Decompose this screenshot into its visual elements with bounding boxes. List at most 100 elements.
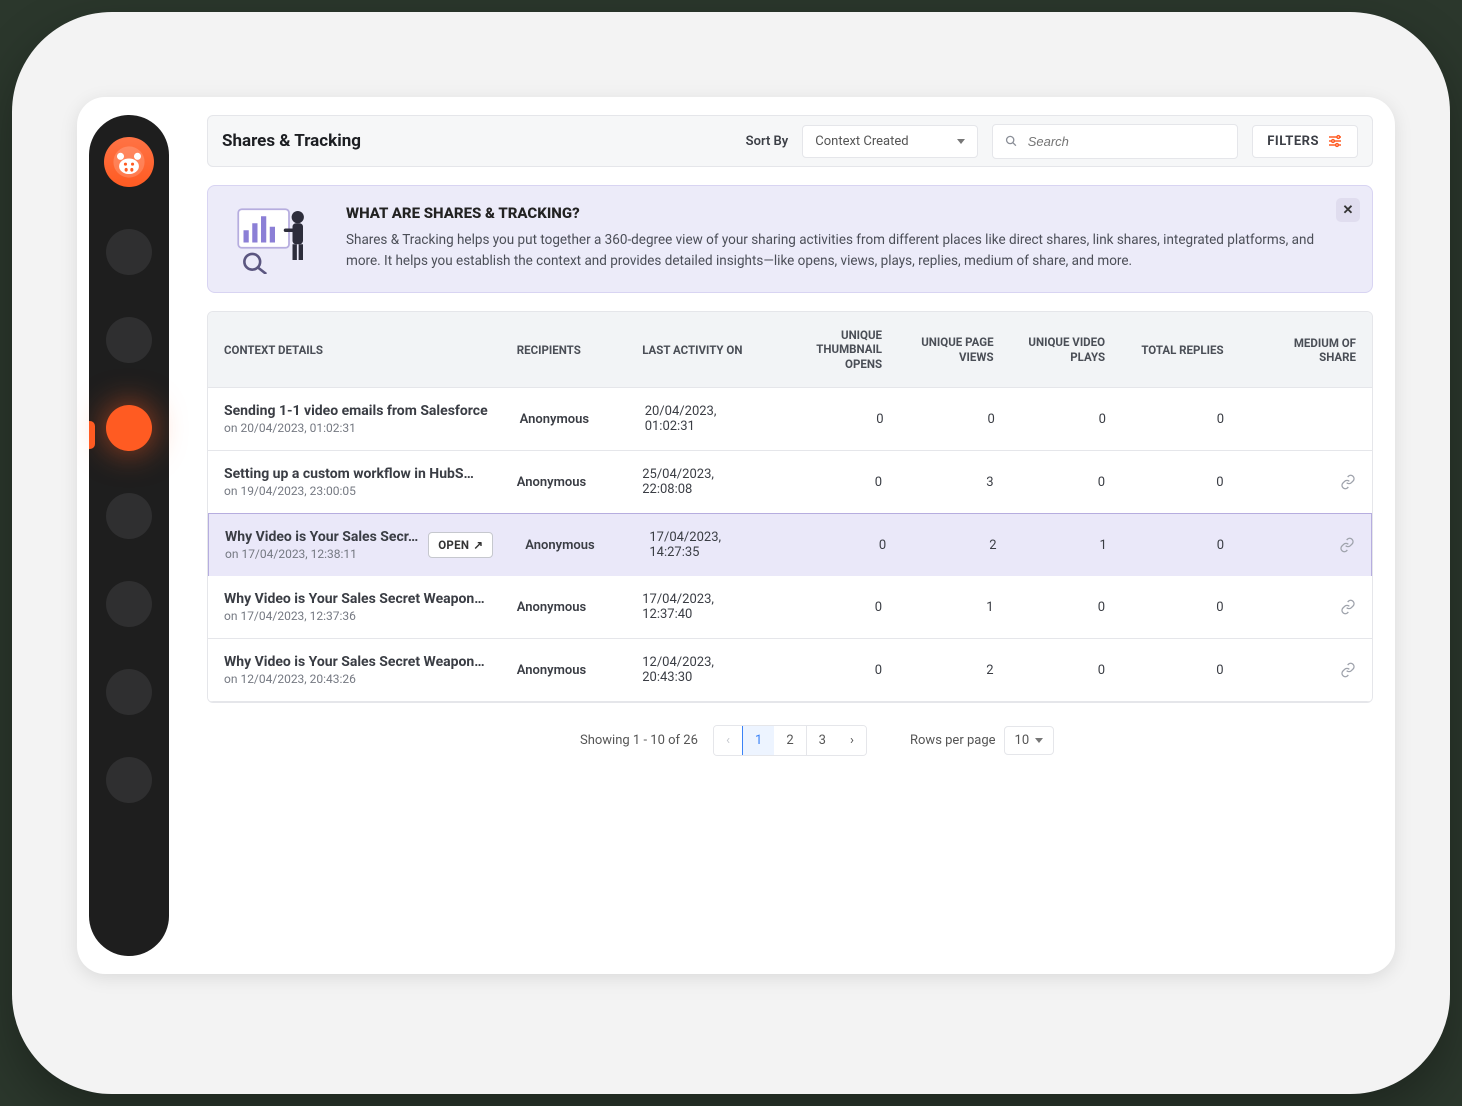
sliders-icon: [1327, 134, 1343, 148]
sidebar-item-3[interactable]: [106, 493, 152, 539]
row-thumb-opens: 0: [771, 523, 902, 568]
row-last-activity: 17/04/2023, 12:37:40: [626, 577, 765, 637]
pagination-showing: Showing 1 - 10 of 26: [580, 733, 698, 748]
row-total-replies: 0: [1123, 523, 1240, 568]
sidebar-avatar[interactable]: [104, 137, 154, 187]
col-page-views: UNIQUE PAGE VIEWS: [898, 319, 1010, 380]
pager: ‹ 123 ›: [713, 725, 867, 756]
app-surface: Shares & Tracking Sort By Context Create…: [77, 97, 1395, 974]
main-area: Shares & Tracking Sort By Context Create…: [185, 97, 1395, 974]
sidebar-item-1[interactable]: [106, 317, 152, 363]
rows-per-page-select[interactable]: 10: [1004, 726, 1055, 755]
pager-prev[interactable]: ‹: [714, 726, 743, 755]
rows-per-page: Rows per page 10: [910, 726, 1054, 755]
col-total-replies: TOTAL REPLIES: [1121, 327, 1240, 373]
search-icon: [1005, 134, 1017, 148]
row-timestamp: on 20/04/2023, 01:02:31: [224, 421, 488, 435]
row-title: Why Video is Your Sales Secret Weapon…: [224, 591, 485, 607]
chevron-down-icon: [957, 139, 965, 144]
table-row[interactable]: Sending 1-1 video emails from Salesforce…: [208, 388, 1372, 451]
row-thumb-opens: 0: [768, 397, 900, 442]
row-page-views: 1: [898, 585, 1010, 630]
row-thumb-opens: 0: [766, 648, 898, 693]
col-thumb-opens: UNIQUE THUMBNAIL OPENS: [766, 312, 898, 387]
search-input[interactable]: [1026, 133, 1226, 150]
table-header-row: CONTEXT DETAILS RECIPIENTS LAST ACTIVITY…: [208, 312, 1372, 388]
row-recipients: Anonymous: [501, 648, 626, 693]
table-row[interactable]: Setting up a custom workflow in HubS… on…: [208, 451, 1372, 514]
pager-page-2[interactable]: 2: [774, 726, 806, 755]
rows-per-page-value: 10: [1015, 733, 1030, 748]
table-row[interactable]: Why Video is Your Sales Secr… on 17/04/2…: [208, 513, 1372, 577]
row-recipients: Anonymous: [501, 585, 626, 630]
rows-per-page-label: Rows per page: [910, 733, 996, 748]
col-last-activity: LAST ACTIVITY ON: [626, 327, 765, 373]
banner-body: Shares & Tracking helps you put together…: [346, 230, 1350, 272]
filters-label: FILTERS: [1267, 134, 1319, 149]
col-video-plays: UNIQUE VIDEO PLAYS: [1010, 319, 1122, 380]
banner-close-button[interactable]: ✕: [1336, 198, 1360, 222]
row-last-activity: 25/04/2023, 22:08:08: [626, 452, 765, 512]
row-timestamp: on 17/04/2023, 12:37:36: [224, 609, 485, 623]
row-total-replies: 0: [1122, 397, 1240, 442]
sort-by-value: Context Created: [815, 134, 908, 149]
row-last-activity: 17/04/2023, 14:27:35: [633, 515, 771, 575]
row-video-plays: 0: [1010, 648, 1122, 693]
info-banner: ✕ WHAT ARE SHARES & TR: [207, 185, 1373, 293]
row-video-plays: 1: [1013, 523, 1123, 568]
row-medium[interactable]: [1240, 584, 1372, 630]
row-timestamp: on 17/04/2023, 12:38:11: [225, 547, 418, 561]
arrow-up-right-icon: ↗: [473, 538, 483, 552]
row-last-activity: 20/04/2023, 01:02:31: [629, 389, 768, 449]
row-page-views: 2: [898, 648, 1010, 693]
table-row[interactable]: Why Video is Your Sales Secret Weapon… o…: [208, 576, 1372, 639]
sidebar-item-6[interactable]: [106, 757, 152, 803]
pager-next[interactable]: ›: [838, 726, 866, 755]
page-title: Shares & Tracking: [222, 131, 732, 151]
search-box[interactable]: [992, 124, 1238, 159]
link-icon: [1339, 537, 1355, 553]
chevron-down-icon: [1035, 738, 1043, 743]
row-timestamp: on 19/04/2023, 23:00:05: [224, 484, 485, 498]
pagination-bar: Showing 1 - 10 of 26 ‹ 123 › Rows per pa…: [207, 725, 1373, 756]
row-recipients: Anonymous: [501, 460, 626, 505]
col-context: CONTEXT DETAILS: [208, 327, 501, 373]
row-medium[interactable]: [1240, 522, 1371, 568]
row-recipients: Anonymous: [504, 397, 629, 442]
row-medium[interactable]: [1240, 647, 1372, 693]
sidebar-item-2[interactable]: [106, 405, 152, 451]
sidebar-item-0[interactable]: [106, 229, 152, 275]
row-title: Setting up a custom workflow in HubS…: [224, 466, 485, 482]
row-last-activity: 12/04/2023, 20:43:30: [626, 640, 765, 700]
table-row[interactable]: Why Video is Your Sales Secret Weapon… o…: [208, 639, 1372, 702]
sort-by-select[interactable]: Context Created: [802, 125, 978, 158]
open-button[interactable]: OPEN↗: [428, 532, 493, 558]
filters-button[interactable]: FILTERS: [1252, 125, 1358, 158]
row-video-plays: 0: [1010, 585, 1122, 630]
row-medium[interactable]: [1240, 459, 1372, 505]
sidebar-item-4[interactable]: [106, 581, 152, 627]
link-icon: [1340, 662, 1356, 678]
row-page-views: 2: [902, 523, 1012, 568]
banner-illustration: [230, 204, 320, 274]
shares-table: CONTEXT DETAILS RECIPIENTS LAST ACTIVITY…: [207, 311, 1373, 703]
row-title: Sending 1-1 video emails from Salesforce: [224, 403, 488, 419]
row-page-views: 3: [898, 460, 1010, 505]
pager-page-1[interactable]: 1: [742, 725, 775, 756]
sidebar: [89, 115, 169, 956]
sort-by-label: Sort By: [746, 134, 789, 149]
row-thumb-opens: 0: [766, 585, 898, 630]
col-recipients: RECIPIENTS: [501, 327, 626, 373]
row-title: Why Video is Your Sales Secr…: [225, 529, 418, 545]
hippo-logo-icon: [112, 145, 146, 179]
sidebar-active-indicator: [89, 421, 95, 449]
row-timestamp: on 12/04/2023, 20:43:26: [224, 672, 485, 686]
banner-text: WHAT ARE SHARES & TRACKING? Shares & Tra…: [346, 204, 1350, 274]
row-title: Why Video is Your Sales Secret Weapon…: [224, 654, 485, 670]
row-total-replies: 0: [1121, 585, 1240, 630]
row-total-replies: 0: [1121, 460, 1240, 505]
link-icon: [1340, 474, 1356, 490]
pager-page-3[interactable]: 3: [807, 726, 838, 755]
sidebar-item-5[interactable]: [106, 669, 152, 715]
row-video-plays: 0: [1011, 397, 1122, 442]
